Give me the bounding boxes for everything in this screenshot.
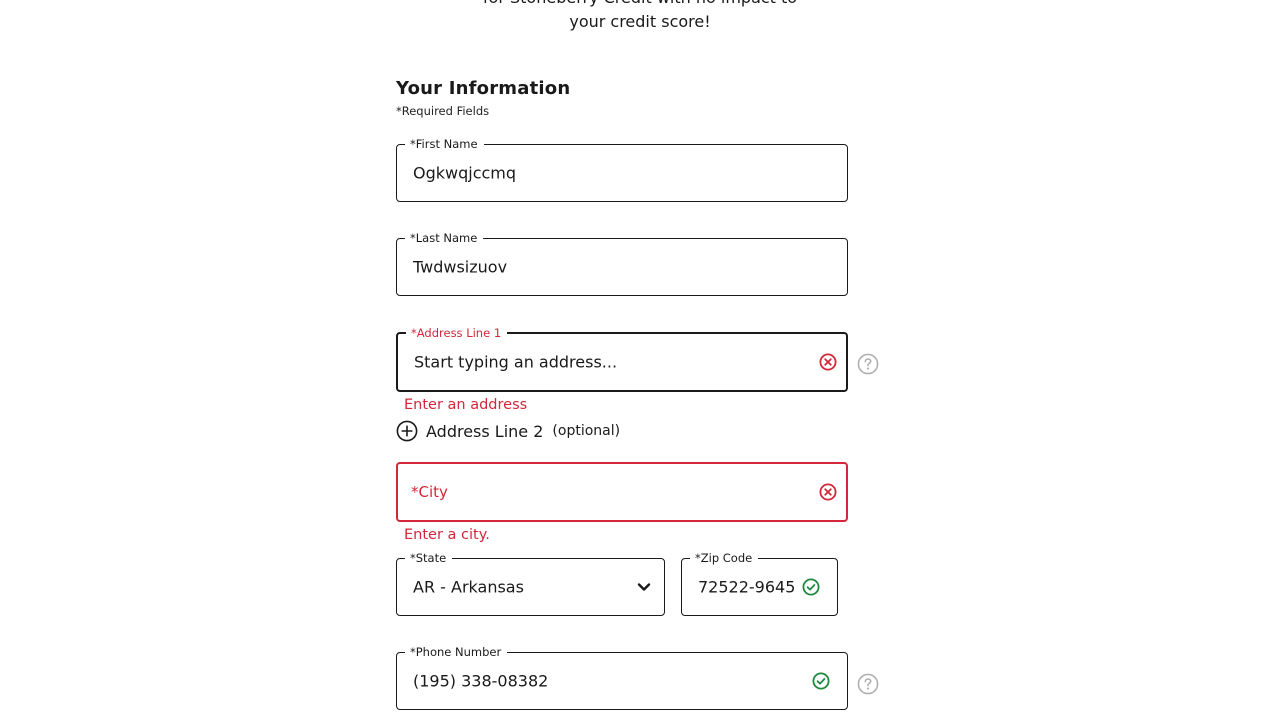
x-circle-icon[interactable] xyxy=(818,352,838,372)
check-circle-icon xyxy=(802,578,820,596)
phone-number-label: *Phone Number xyxy=(405,645,508,659)
state-label: *State xyxy=(405,551,453,565)
address-line-1-error: Enter an address xyxy=(404,397,528,413)
intro-text: for Stoneberry Credit with no impact to … xyxy=(440,0,840,34)
city-input[interactable]: *City xyxy=(411,483,448,501)
zip-code-label: *Zip Code xyxy=(690,551,759,565)
address-line-2-label: Address Line 2 xyxy=(426,421,544,441)
first-name-value[interactable]: Ogkwqjccmq xyxy=(413,164,516,183)
address-line-1-field[interactable]: *Address Line 1 Start typing an address.… xyxy=(396,326,848,392)
first-name-label: *First Name xyxy=(405,137,484,151)
phone-number-value[interactable]: (195) 338-08382 xyxy=(413,672,548,691)
section-title: Your Information xyxy=(396,78,571,99)
city-error: Enter a city. xyxy=(404,527,490,543)
address-line-1-label: *Address Line 1 xyxy=(406,326,508,340)
phone-number-field[interactable]: *Phone Number (195) 338-08382 xyxy=(396,645,848,710)
required-fields-note: *Required Fields xyxy=(396,104,490,118)
add-address-line-2-button[interactable]: Address Line 2 (optional) xyxy=(396,420,620,442)
zip-code-field[interactable]: *Zip Code 72522-9645 xyxy=(681,551,838,616)
question-circle-icon[interactable] xyxy=(857,673,879,695)
state-value[interactable]: AR - Arkansas xyxy=(413,578,524,597)
last-name-value[interactable]: Twdwsizuov xyxy=(413,258,507,277)
last-name-label: *Last Name xyxy=(405,231,484,245)
intro-line-1: for Stoneberry Credit with no impact to xyxy=(440,0,840,10)
intro-line-2: your credit score! xyxy=(569,12,711,31)
question-circle-icon[interactable] xyxy=(857,353,879,375)
address-line-2-optional: (optional) xyxy=(552,423,621,439)
check-circle-icon xyxy=(812,672,830,690)
plus-circle-icon xyxy=(396,420,418,442)
last-name-field[interactable]: *Last Name Twdwsizuov xyxy=(396,231,848,296)
city-field[interactable]: *City xyxy=(396,462,848,522)
chevron-down-icon xyxy=(637,583,651,591)
first-name-field[interactable]: *First Name Ogkwqjccmq xyxy=(396,137,848,202)
x-circle-icon[interactable] xyxy=(818,482,838,502)
state-select[interactable]: *State AR - Arkansas xyxy=(396,551,665,616)
zip-code-value[interactable]: 72522-9645 xyxy=(698,578,795,597)
address-line-1-input[interactable]: Start typing an address... xyxy=(414,353,617,372)
